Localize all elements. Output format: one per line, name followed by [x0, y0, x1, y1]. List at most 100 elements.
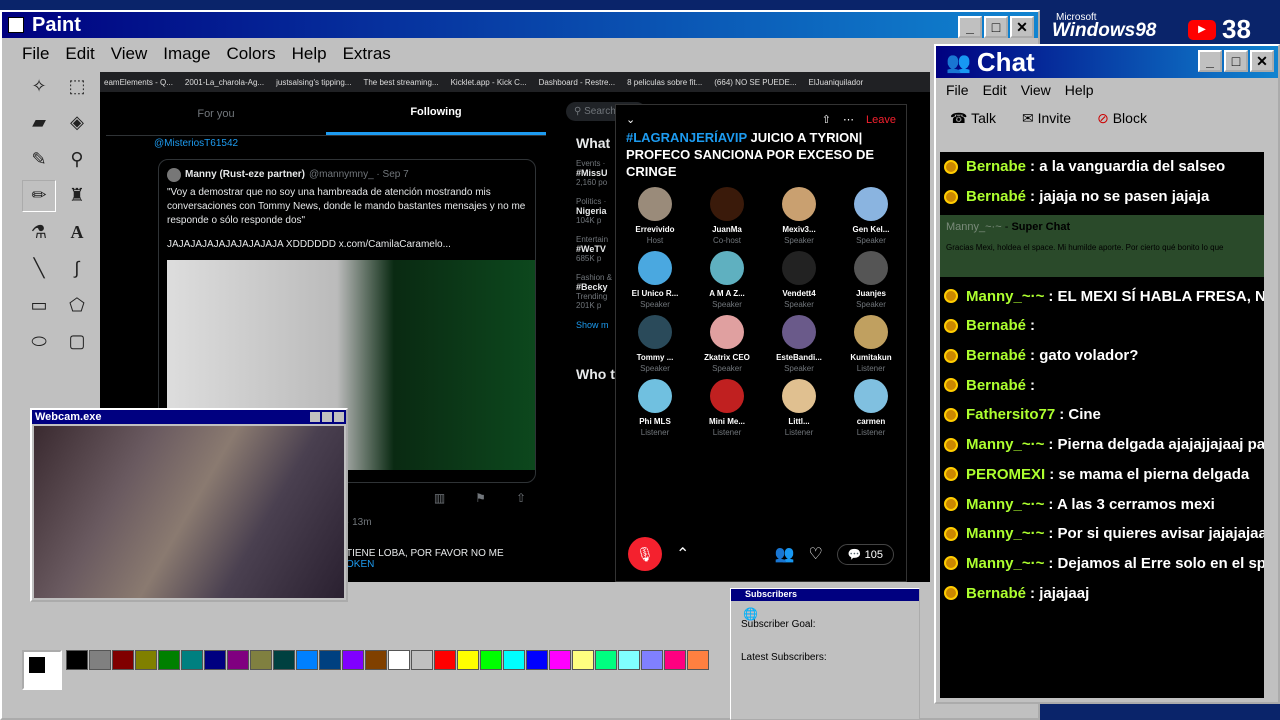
participant[interactable]: Littl... Listener: [764, 378, 834, 437]
participant[interactable]: Kumitakun Listener: [836, 314, 906, 373]
polygon-icon[interactable]: ⬠: [60, 289, 94, 321]
tab-for-you[interactable]: For you: [106, 92, 326, 135]
color-swatch[interactable]: [112, 650, 134, 670]
color-swatch[interactable]: [89, 650, 111, 670]
close-button[interactable]: ✕: [1010, 16, 1034, 38]
mic-off-icon[interactable]: 🎙: [628, 537, 662, 571]
chat-menu-file[interactable]: File: [946, 82, 969, 98]
chevron-up-icon[interactable]: ⌃: [676, 544, 689, 564]
chat-user[interactable]: Bernabé: [966, 347, 1026, 364]
close-button[interactable]: [334, 412, 344, 422]
chat-user[interactable]: PEROMEXI: [966, 466, 1045, 483]
share-icon[interactable]: ⇧: [516, 491, 526, 505]
maximize-button[interactable]: [322, 412, 332, 422]
curve-icon[interactable]: ∫: [60, 252, 94, 285]
minimize-button[interactable]: _: [958, 16, 982, 38]
webcam-titlebar[interactable]: Webcam.exe: [32, 410, 346, 424]
chat-user[interactable]: Bernabé: [966, 585, 1026, 602]
chat-user[interactable]: Fathersito77: [966, 406, 1055, 423]
color-swatch[interactable]: [158, 650, 180, 670]
color-swatch[interactable]: [365, 650, 387, 670]
menu-colors[interactable]: Colors: [227, 44, 276, 64]
color-swatch[interactable]: [549, 650, 571, 670]
free-select-icon[interactable]: ✧: [22, 70, 56, 102]
chat-user[interactable]: Bernabé: [966, 377, 1026, 394]
space-hashtag[interactable]: #LAGRANJERÍAVIP: [626, 130, 747, 145]
paint-titlebar[interactable]: Paint _ □ ✕: [2, 12, 1038, 38]
participant[interactable]: Zkatrix CEO Speaker: [692, 314, 762, 373]
participant[interactable]: JuanMa Co-host: [692, 186, 762, 245]
people-icon[interactable]: 👥: [775, 544, 795, 564]
color-swatch[interactable]: [526, 650, 548, 670]
chat-user[interactable]: Manny_~·~: [966, 288, 1044, 305]
line-icon[interactable]: ╲: [22, 252, 56, 285]
color-swatch[interactable]: [342, 650, 364, 670]
color-swatch[interactable]: [319, 650, 341, 670]
tweet-2-link[interactable]: OKEN: [346, 559, 546, 570]
talk-button[interactable]: ☎ Talk: [950, 110, 996, 127]
chat-user[interactable]: Manny_~·~: [966, 555, 1044, 572]
color-swatch[interactable]: [480, 650, 502, 670]
picker-icon[interactable]: ✎: [22, 143, 56, 175]
participant[interactable]: Phi MLS Listener: [620, 378, 690, 437]
color-swatch[interactable]: [411, 650, 433, 670]
mention-link[interactable]: @MisteriosT61542: [106, 136, 546, 151]
maximize-button[interactable]: □: [1224, 50, 1248, 72]
fill-icon[interactable]: ◈: [60, 106, 94, 139]
ellipse-icon[interactable]: ⬭: [22, 325, 56, 358]
color-swatch[interactable]: [66, 650, 88, 670]
menu-view[interactable]: View: [111, 44, 148, 64]
participant[interactable]: Mini Me... Listener: [692, 378, 762, 437]
chat-user[interactable]: Manny_~·~: [966, 525, 1044, 542]
rect-select-icon[interactable]: ⬚: [60, 70, 94, 102]
chat-user[interactable]: Bernabé: [966, 317, 1026, 334]
airbrush-icon[interactable]: ⚗: [22, 216, 56, 248]
color-swatch[interactable]: [618, 650, 640, 670]
bookmark[interactable]: (664) NO SE PUEDE...: [714, 78, 796, 87]
tab-following[interactable]: Following: [326, 92, 546, 135]
share-icon[interactable]: ⇧: [822, 113, 831, 126]
minimize-button[interactable]: _: [1198, 50, 1222, 72]
bookmark[interactable]: justsalsing's tipping...: [276, 78, 351, 87]
heart-icon[interactable]: ♡: [809, 544, 823, 564]
views-icon[interactable]: ▥: [434, 491, 445, 505]
color-swatch[interactable]: [227, 650, 249, 670]
chat-menu-edit[interactable]: Edit: [983, 82, 1007, 98]
block-button[interactable]: ⊘ Block: [1097, 110, 1147, 127]
color-swatch[interactable]: [204, 650, 226, 670]
bookmark-icon[interactable]: ⚑: [475, 491, 486, 505]
magnifier-icon[interactable]: ⚲: [60, 143, 94, 175]
chat-titlebar[interactable]: 👥 Chat _ □ ✕: [936, 46, 1278, 78]
pencil-icon[interactable]: ✏: [22, 179, 56, 212]
menu-image[interactable]: Image: [163, 44, 210, 64]
color-swatch[interactable]: [664, 650, 686, 670]
color-swatch[interactable]: [595, 650, 617, 670]
foreground-color[interactable]: [28, 656, 46, 674]
color-swatch[interactable]: [572, 650, 594, 670]
participant[interactable]: EsteBandi... Speaker: [764, 314, 834, 373]
tweet-author[interactable]: Manny (Rust-eze partner): [185, 168, 305, 182]
more-icon[interactable]: ⋯: [843, 113, 854, 126]
bookmark[interactable]: Dashboard - Restre...: [539, 78, 615, 87]
chat-user[interactable]: Manny_~·~: [966, 496, 1044, 513]
color-swatch[interactable]: [503, 650, 525, 670]
close-button[interactable]: ✕: [1250, 50, 1274, 72]
invite-button[interactable]: ✉ Invite: [1022, 110, 1071, 127]
color-swatch[interactable]: [181, 650, 203, 670]
color-swatch[interactable]: [457, 650, 479, 670]
participant[interactable]: El Unico R... Speaker: [620, 250, 690, 309]
brush-icon[interactable]: ♜: [60, 179, 94, 212]
menu-file[interactable]: File: [22, 44, 49, 64]
participant[interactable]: carmen Listener: [836, 378, 906, 437]
participant[interactable]: Tommy ... Speaker: [620, 314, 690, 373]
chat-menu-view[interactable]: View: [1021, 82, 1051, 98]
bookmark[interactable]: ElJuaniquilador: [809, 78, 864, 87]
maximize-button[interactable]: □: [984, 16, 1008, 38]
bookmark[interactable]: 8 peliculas sobre fit...: [627, 78, 702, 87]
bookmark[interactable]: 2001-La_charola-Ag...: [185, 78, 264, 87]
color-swatch[interactable]: [388, 650, 410, 670]
comments-button[interactable]: 💬 105: [836, 543, 894, 565]
rounded-rect-icon[interactable]: ▢: [60, 325, 94, 358]
menu-help[interactable]: Help: [292, 44, 327, 64]
subscribers-titlebar[interactable]: Subscribers: [731, 589, 919, 601]
